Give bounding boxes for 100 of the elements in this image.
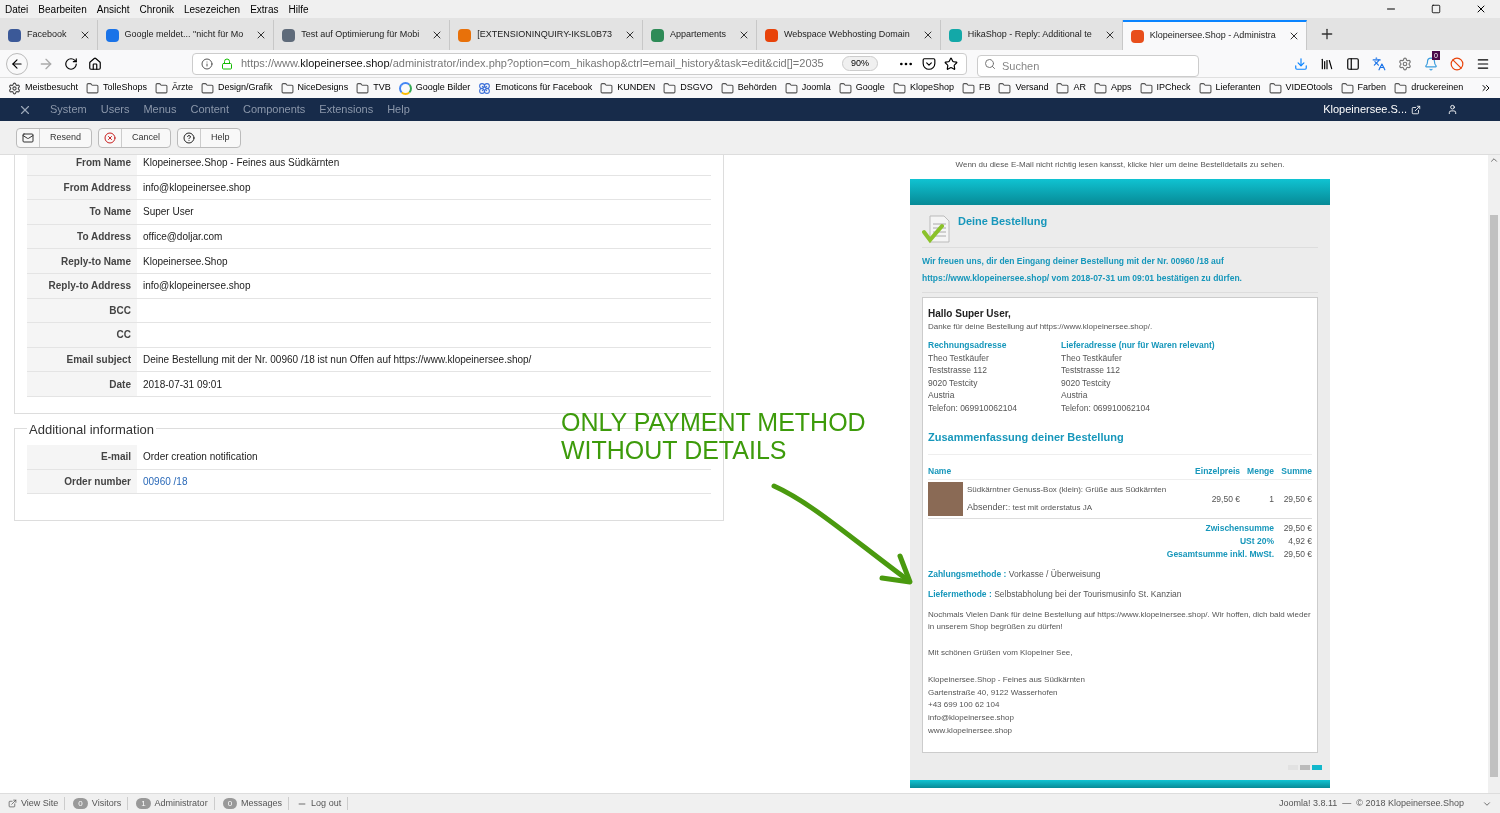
library-icon[interactable] (1320, 56, 1334, 71)
bookmark-item[interactable]: NiceDesigns (280, 81, 349, 95)
bookmark-item[interactable]: TVB (356, 81, 391, 95)
site-link[interactable]: Klopeinersee.S... (1323, 101, 1407, 118)
bookmark-item[interactable]: DSGVO (663, 81, 713, 95)
star-icon[interactable] (944, 56, 958, 71)
menu-item[interactable]: Extras (250, 1, 279, 17)
admin-menu-item[interactable]: Help (387, 101, 410, 118)
menu-icon[interactable] (1476, 56, 1490, 71)
bookmark-item[interactable]: Ärzte (155, 81, 194, 95)
admin-menu-item[interactable]: Content (190, 101, 229, 118)
menu-item[interactable]: Hilfe (288, 1, 309, 17)
bookmark-item[interactable]: Emoticons für Facebook (478, 81, 593, 95)
admin-menu-item[interactable]: Users (100, 101, 130, 118)
status-item[interactable]: 1 Administrator (136, 796, 215, 811)
toolbar-button[interactable]: Resend (16, 127, 93, 148)
status-item[interactable]: 0 Visitors (73, 796, 129, 811)
field-value: 2018-07-31 09:01 (143, 377, 222, 392)
bookmark-item[interactable]: druckereinen (1394, 81, 1464, 95)
address-line: Austria (928, 389, 956, 402)
folder-icon (720, 81, 734, 95)
zoom-level[interactable]: 90% (842, 55, 878, 72)
column-header: Name (928, 464, 953, 478)
pocket-icon[interactable] (922, 56, 936, 71)
menu-item[interactable]: Lesezeichen (184, 1, 241, 17)
folder-icon (1056, 81, 1070, 95)
field-label: Email subject (27, 347, 137, 372)
translate-icon[interactable] (1372, 56, 1386, 71)
bookmark-item[interactable]: KlopeShop (892, 81, 954, 95)
footer-version: Joomla! 3.8.11 — © 2018 Klopeinersee.Shop (1278, 796, 1464, 810)
overflow-icon[interactable] (1480, 82, 1492, 94)
blocked-icon[interactable] (1450, 56, 1464, 71)
bookmark-item[interactable]: TolleShops (86, 81, 148, 95)
bookmark-item[interactable]: AR (1056, 81, 1086, 95)
field-label: To Name (27, 200, 137, 224)
toolbar-button[interactable]: Cancel (98, 127, 172, 148)
reload-icon[interactable] (64, 56, 78, 71)
browser-tab[interactable]: Klopeinersee.Shop - Administra (1122, 20, 1307, 50)
bookmark-item[interactable]: Behörden (720, 81, 777, 95)
bookmark-item[interactable]: Google (838, 81, 885, 95)
admin-menu-item[interactable]: Extensions (319, 101, 374, 118)
toolbar-button[interactable]: Help (177, 127, 241, 148)
menu-item[interactable]: Datei (5, 1, 29, 17)
home-icon[interactable] (88, 56, 102, 71)
field-label: From Name (27, 155, 137, 175)
total-label: USt 20% (1240, 535, 1274, 549)
admin-menu-item[interactable]: Menus (143, 101, 177, 118)
admin-menu-item[interactable]: Components (243, 101, 306, 118)
total-value: 4,92 € (1287, 535, 1312, 549)
column-header: Summe (1280, 464, 1312, 478)
menu-item[interactable]: Bearbeiten (38, 1, 87, 17)
bookmark-item[interactable]: Farben (1340, 81, 1387, 95)
external-link-icon (1411, 104, 1421, 115)
field-value: office@doljar.com (143, 230, 223, 245)
bookmark-item[interactable]: IPCheck (1139, 81, 1191, 95)
bookmark-item[interactable]: Versand (998, 81, 1049, 95)
admin-menu-item[interactable]: System (50, 101, 87, 118)
address-line: 9020 Testcity (1061, 376, 1112, 389)
status-item[interactable]: 0 Messages (222, 796, 290, 811)
gear-icon[interactable] (1398, 56, 1412, 71)
bell-icon[interactable] (1424, 56, 1438, 71)
field-label: CC (27, 323, 137, 347)
menu-item[interactable]: Ansicht (96, 1, 130, 17)
address-title: Lieferadresse (nur für Waren relevant) (1061, 338, 1216, 352)
status-item[interactable]: Log out (297, 796, 349, 811)
bookmark-item[interactable]: Design/Grafik (201, 81, 273, 95)
address-line: Austria (1061, 389, 1089, 402)
email-intro: Wir freuen uns, dir den Eingang deiner Bestellung mit der Nr. 00960 /18 auf https://www.klopeinersee.shop/ vom 2018-07-31 um 09:01 bestätigen zu dürfen. (922, 247, 1318, 293)
quantity: 1 (1268, 492, 1274, 506)
folder-icon (1268, 81, 1282, 95)
bookmark-item[interactable]: FB (961, 81, 991, 95)
order-link[interactable]: 00960 /18 (143, 473, 188, 489)
address-field[interactable]: https://www.klopeinersee.shop/administrator/index.php?option=com_hikashop&ctrl=email_history&task=edit&cid[]=2035 90% (192, 52, 967, 75)
bookmark-item[interactable]: KUNDEN (600, 81, 656, 95)
scrollbar[interactable] (1488, 155, 1500, 793)
external-link-icon (8, 799, 17, 808)
bookmark-item[interactable]: Meistbesucht (8, 81, 79, 95)
unit-price: 29,50 € (1210, 492, 1240, 506)
field-value: Klopeinersee.Shop (143, 254, 228, 269)
search-field[interactable]: Suchen (977, 54, 1199, 77)
bookmark-item[interactable]: Google Bilder (398, 81, 471, 95)
line-total: 29,50 € (1282, 492, 1312, 506)
user-icon[interactable] (1447, 104, 1458, 115)
sidebar-icon[interactable] (1346, 56, 1360, 71)
bookmark-item[interactable]: VIDEOtools (1268, 81, 1333, 95)
bookmark-item[interactable]: Apps (1094, 81, 1132, 95)
bookmark-item[interactable]: Lieferanten (1198, 81, 1261, 95)
bookmark-item[interactable]: Joomla (784, 81, 831, 95)
summary-title: Zusammenfassung deiner Bestellung (928, 429, 1312, 455)
download-icon[interactable] (1294, 56, 1308, 71)
status-item[interactable]: View Site (8, 796, 66, 811)
scroll-up-icon[interactable] (1489, 155, 1499, 165)
field-value: Klopeinersee.Shop - Feines aus Südkärnten (143, 156, 340, 171)
field-value: Deine Bestellung mit der Nr. 00960 /18 ist nun Offen auf https://www.klopeinersee.shop/ (143, 353, 532, 368)
field-label: Order number (27, 469, 137, 494)
menu-item[interactable]: Chronik (139, 1, 174, 17)
tab-title: Webspace Webhosting Domain (783, 28, 910, 42)
folder-icon (838, 81, 852, 95)
close-icon[interactable] (1475, 3, 1487, 15)
maximize-icon[interactable] (1431, 4, 1441, 14)
